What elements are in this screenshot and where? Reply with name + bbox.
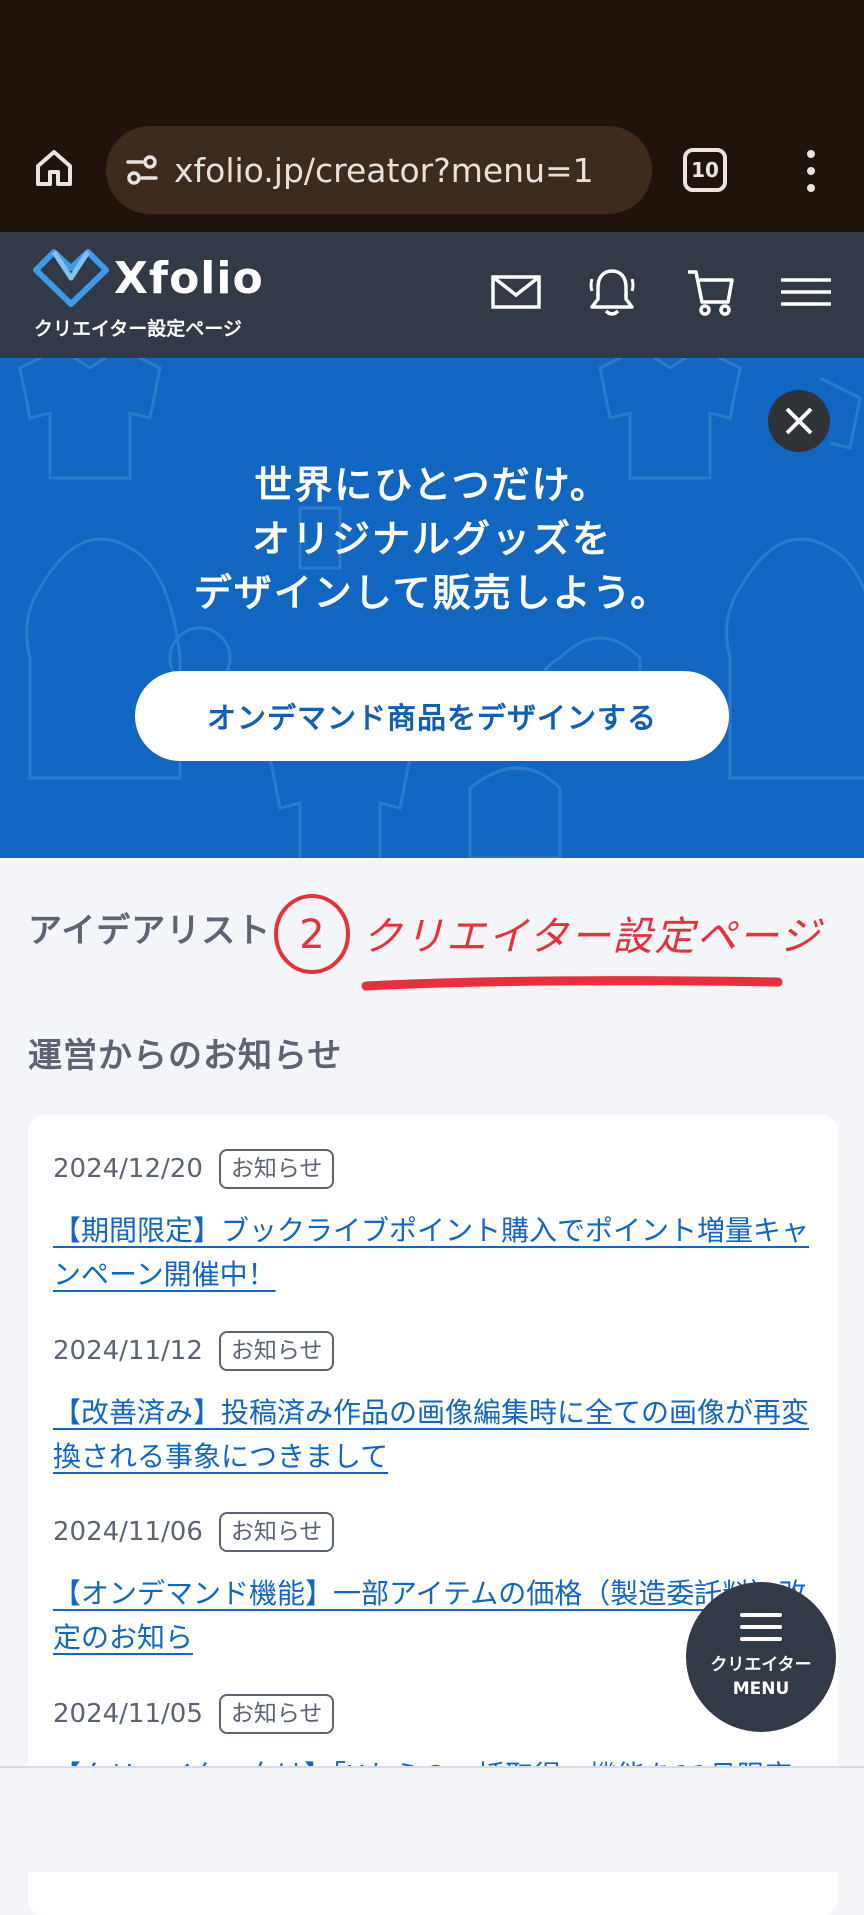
mail-icon[interactable] xyxy=(486,262,546,322)
more-vert-icon[interactable] xyxy=(796,146,826,196)
annotation-text: クリエイター設定ページ xyxy=(362,914,822,960)
news-item: 2024/12/20 お知らせ 【期間限定】ブックライブポイント購入でポイント増… xyxy=(53,1147,823,1297)
promo-banner: 世界にひとつだけ。 オリジナルグッズを デザインして販売しよう。 オンデマンド商… xyxy=(0,358,864,858)
logo-text: Xfolio xyxy=(114,252,264,304)
hamburger-icon xyxy=(740,1613,782,1641)
annotation-number: 2 xyxy=(299,912,324,958)
header-subtitle: クリエイター設定ページ xyxy=(34,318,242,340)
browser-chrome: xfolio.jp/creator?menu=1 10 xyxy=(0,0,864,232)
xfolio-logo-icon xyxy=(33,249,109,307)
news-date: 2024/11/12 xyxy=(53,1336,203,1366)
bell-icon[interactable] xyxy=(582,262,642,322)
cart-icon[interactable] xyxy=(680,262,740,322)
news-date: 2024/11/06 xyxy=(53,1517,203,1547)
banner-close-button[interactable] xyxy=(768,390,830,452)
logo[interactable]: Xfolio xyxy=(32,248,264,308)
url-text[interactable]: xfolio.jp/creator?menu=1 xyxy=(174,151,594,190)
news-tag: お知らせ xyxy=(218,1149,335,1189)
tabs-icon[interactable]: 10 xyxy=(683,148,727,192)
tune-icon[interactable] xyxy=(120,148,164,192)
banner-headline-line-1: 世界にひとつだけ。 xyxy=(254,463,610,507)
news-tag: お知らせ xyxy=(218,1694,335,1734)
news-heading: 運営からのお知らせ xyxy=(28,1036,343,1076)
banner-headline-line-3: デザインして販売しよう。 xyxy=(193,571,671,615)
idea-list-heading: アイデアリスト xyxy=(28,911,272,951)
news-link[interactable]: 【改善済み】投稿済み作品の画像編集時に全ての画像が再変換される事象につきまして xyxy=(53,1391,823,1479)
home-icon[interactable] xyxy=(24,138,84,198)
news-link[interactable]: 【期間限定】ブックライブポイント購入でポイント増量キャンペーン開催中！ xyxy=(53,1209,823,1297)
hamburger-icon[interactable] xyxy=(776,262,836,322)
banner-headline-line-2: オリジナルグッズを xyxy=(251,517,612,561)
design-on-demand-button[interactable]: オンデマンド商品をデザインする xyxy=(135,671,729,761)
close-icon xyxy=(785,407,813,435)
address-bar[interactable]: xfolio.jp/creator?menu=1 xyxy=(106,126,652,214)
creator-menu-button[interactable]: クリエイター MENU xyxy=(686,1582,836,1732)
news-date: 2024/12/20 xyxy=(53,1154,203,1184)
site-header: Xfolio クリエイター設定ページ xyxy=(0,232,864,358)
news-tag: お知らせ xyxy=(218,1331,335,1371)
bottom-bar xyxy=(0,1766,864,1872)
news-date: 2024/11/05 xyxy=(53,1699,203,1729)
creator-menu-label: クリエイター xyxy=(710,1655,812,1675)
creator-menu-sublabel: MENU xyxy=(732,1679,790,1699)
news-tag: お知らせ xyxy=(218,1512,335,1552)
news-item: 2024/11/12 お知らせ 【改善済み】投稿済み作品の画像編集時に全ての画像… xyxy=(53,1329,823,1479)
